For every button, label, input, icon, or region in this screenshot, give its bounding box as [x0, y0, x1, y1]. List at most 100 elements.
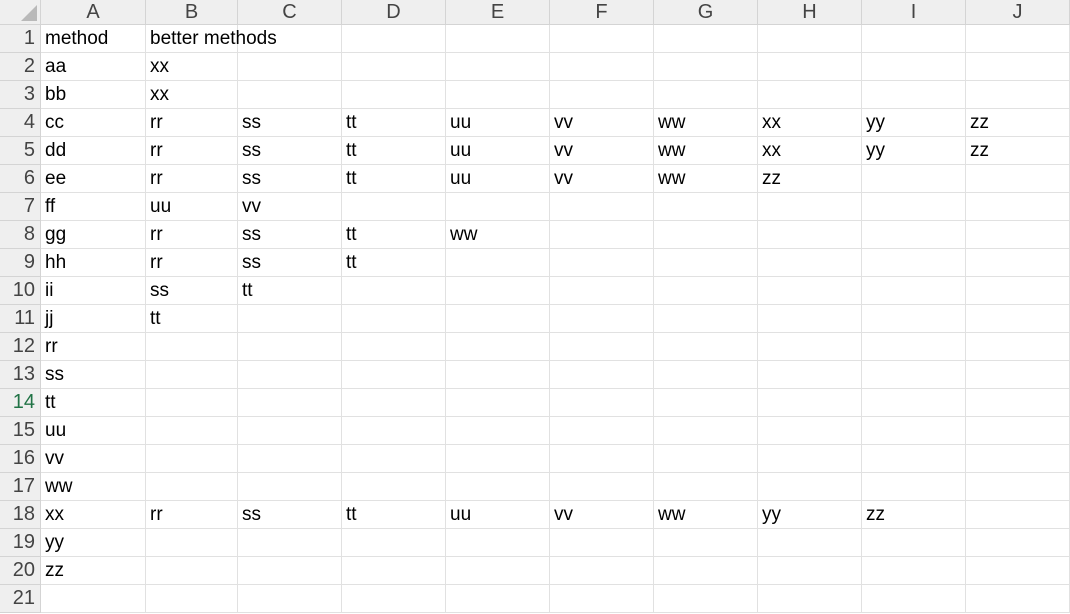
cell-i6[interactable] — [862, 165, 966, 193]
column-header-h[interactable]: H — [758, 0, 862, 25]
cell-a14[interactable]: tt — [41, 389, 146, 417]
row-header-15[interactable]: 15 — [0, 417, 41, 445]
cell-d1[interactable] — [342, 25, 446, 53]
cell-a1[interactable]: method — [41, 25, 146, 53]
cell-j6[interactable] — [966, 165, 1070, 193]
cell-i20[interactable] — [862, 557, 966, 585]
cell-h9[interactable] — [758, 249, 862, 277]
cell-g8[interactable] — [654, 221, 758, 249]
cell-i4[interactable]: yy — [862, 109, 966, 137]
cell-d3[interactable] — [342, 81, 446, 109]
select-all-corner[interactable] — [0, 0, 41, 25]
row-header-10[interactable]: 10 — [0, 277, 41, 305]
cell-d7[interactable] — [342, 193, 446, 221]
cell-f9[interactable] — [550, 249, 654, 277]
cell-c3[interactable] — [238, 81, 342, 109]
cell-j20[interactable] — [966, 557, 1070, 585]
cell-e4[interactable]: uu — [446, 109, 550, 137]
row-header-3[interactable]: 3 — [0, 81, 41, 109]
column-header-a[interactable]: A — [41, 0, 146, 25]
cell-a2[interactable]: aa — [41, 53, 146, 81]
cell-h19[interactable] — [758, 529, 862, 557]
cell-i14[interactable] — [862, 389, 966, 417]
cell-d4[interactable]: tt — [342, 109, 446, 137]
cell-c2[interactable] — [238, 53, 342, 81]
cell-h4[interactable]: xx — [758, 109, 862, 137]
cell-e15[interactable] — [446, 417, 550, 445]
cell-d8[interactable]: tt — [342, 221, 446, 249]
cell-d14[interactable] — [342, 389, 446, 417]
cell-d13[interactable] — [342, 361, 446, 389]
cell-a3[interactable]: bb — [41, 81, 146, 109]
cell-h2[interactable] — [758, 53, 862, 81]
cell-e18[interactable]: uu — [446, 501, 550, 529]
cell-g9[interactable] — [654, 249, 758, 277]
cell-c5[interactable]: ss — [238, 137, 342, 165]
row-header-19[interactable]: 19 — [0, 529, 41, 557]
column-header-i[interactable]: I — [862, 0, 966, 25]
cell-j17[interactable] — [966, 473, 1070, 501]
row-header-12[interactable]: 12 — [0, 333, 41, 361]
cell-e17[interactable] — [446, 473, 550, 501]
cell-f17[interactable] — [550, 473, 654, 501]
cell-a7[interactable]: ff — [41, 193, 146, 221]
cell-h15[interactable] — [758, 417, 862, 445]
cell-j18[interactable] — [966, 501, 1070, 529]
cell-f3[interactable] — [550, 81, 654, 109]
cell-e16[interactable] — [446, 445, 550, 473]
cell-e10[interactable] — [446, 277, 550, 305]
cell-e6[interactable]: uu — [446, 165, 550, 193]
row-header-21[interactable]: 21 — [0, 585, 41, 613]
cell-a21[interactable] — [41, 585, 146, 613]
cell-j19[interactable] — [966, 529, 1070, 557]
cell-e9[interactable] — [446, 249, 550, 277]
cell-h18[interactable]: yy — [758, 501, 862, 529]
cell-c8[interactable]: ss — [238, 221, 342, 249]
cell-d15[interactable] — [342, 417, 446, 445]
cell-j14[interactable] — [966, 389, 1070, 417]
cell-a10[interactable]: ii — [41, 277, 146, 305]
cell-b6[interactable]: rr — [146, 165, 238, 193]
cell-b10[interactable]: ss — [146, 277, 238, 305]
column-header-c[interactable]: C — [238, 0, 342, 25]
cell-c14[interactable] — [238, 389, 342, 417]
cell-g1[interactable] — [654, 25, 758, 53]
cell-f19[interactable] — [550, 529, 654, 557]
cell-d19[interactable] — [342, 529, 446, 557]
cell-h14[interactable] — [758, 389, 862, 417]
cell-c10[interactable]: tt — [238, 277, 342, 305]
cell-h16[interactable] — [758, 445, 862, 473]
cell-a20[interactable]: zz — [41, 557, 146, 585]
cell-c9[interactable]: ss — [238, 249, 342, 277]
cell-c4[interactable]: ss — [238, 109, 342, 137]
cell-e7[interactable] — [446, 193, 550, 221]
cell-h3[interactable] — [758, 81, 862, 109]
cell-g11[interactable] — [654, 305, 758, 333]
cell-j4[interactable]: zz — [966, 109, 1070, 137]
cell-grid[interactable]: A B C D E F G H I J 1 method better methods 2 aa xx 3 bb x… — [0, 0, 1070, 613]
cell-b11[interactable]: tt — [146, 305, 238, 333]
row-header-16[interactable]: 16 — [0, 445, 41, 473]
cell-d12[interactable] — [342, 333, 446, 361]
cell-f13[interactable] — [550, 361, 654, 389]
cell-b4[interactable]: rr — [146, 109, 238, 137]
cell-e13[interactable] — [446, 361, 550, 389]
cell-g10[interactable] — [654, 277, 758, 305]
cell-d18[interactable]: tt — [342, 501, 446, 529]
cell-c20[interactable] — [238, 557, 342, 585]
row-header-8[interactable]: 8 — [0, 221, 41, 249]
cell-c15[interactable] — [238, 417, 342, 445]
cell-f15[interactable] — [550, 417, 654, 445]
cell-f20[interactable] — [550, 557, 654, 585]
cell-a5[interactable]: dd — [41, 137, 146, 165]
cell-h7[interactable] — [758, 193, 862, 221]
cell-e21[interactable] — [446, 585, 550, 613]
cell-e14[interactable] — [446, 389, 550, 417]
cell-j11[interactable] — [966, 305, 1070, 333]
cell-i15[interactable] — [862, 417, 966, 445]
cell-j12[interactable] — [966, 333, 1070, 361]
cell-i1[interactable] — [862, 25, 966, 53]
cell-i7[interactable] — [862, 193, 966, 221]
cell-h17[interactable] — [758, 473, 862, 501]
cell-c16[interactable] — [238, 445, 342, 473]
